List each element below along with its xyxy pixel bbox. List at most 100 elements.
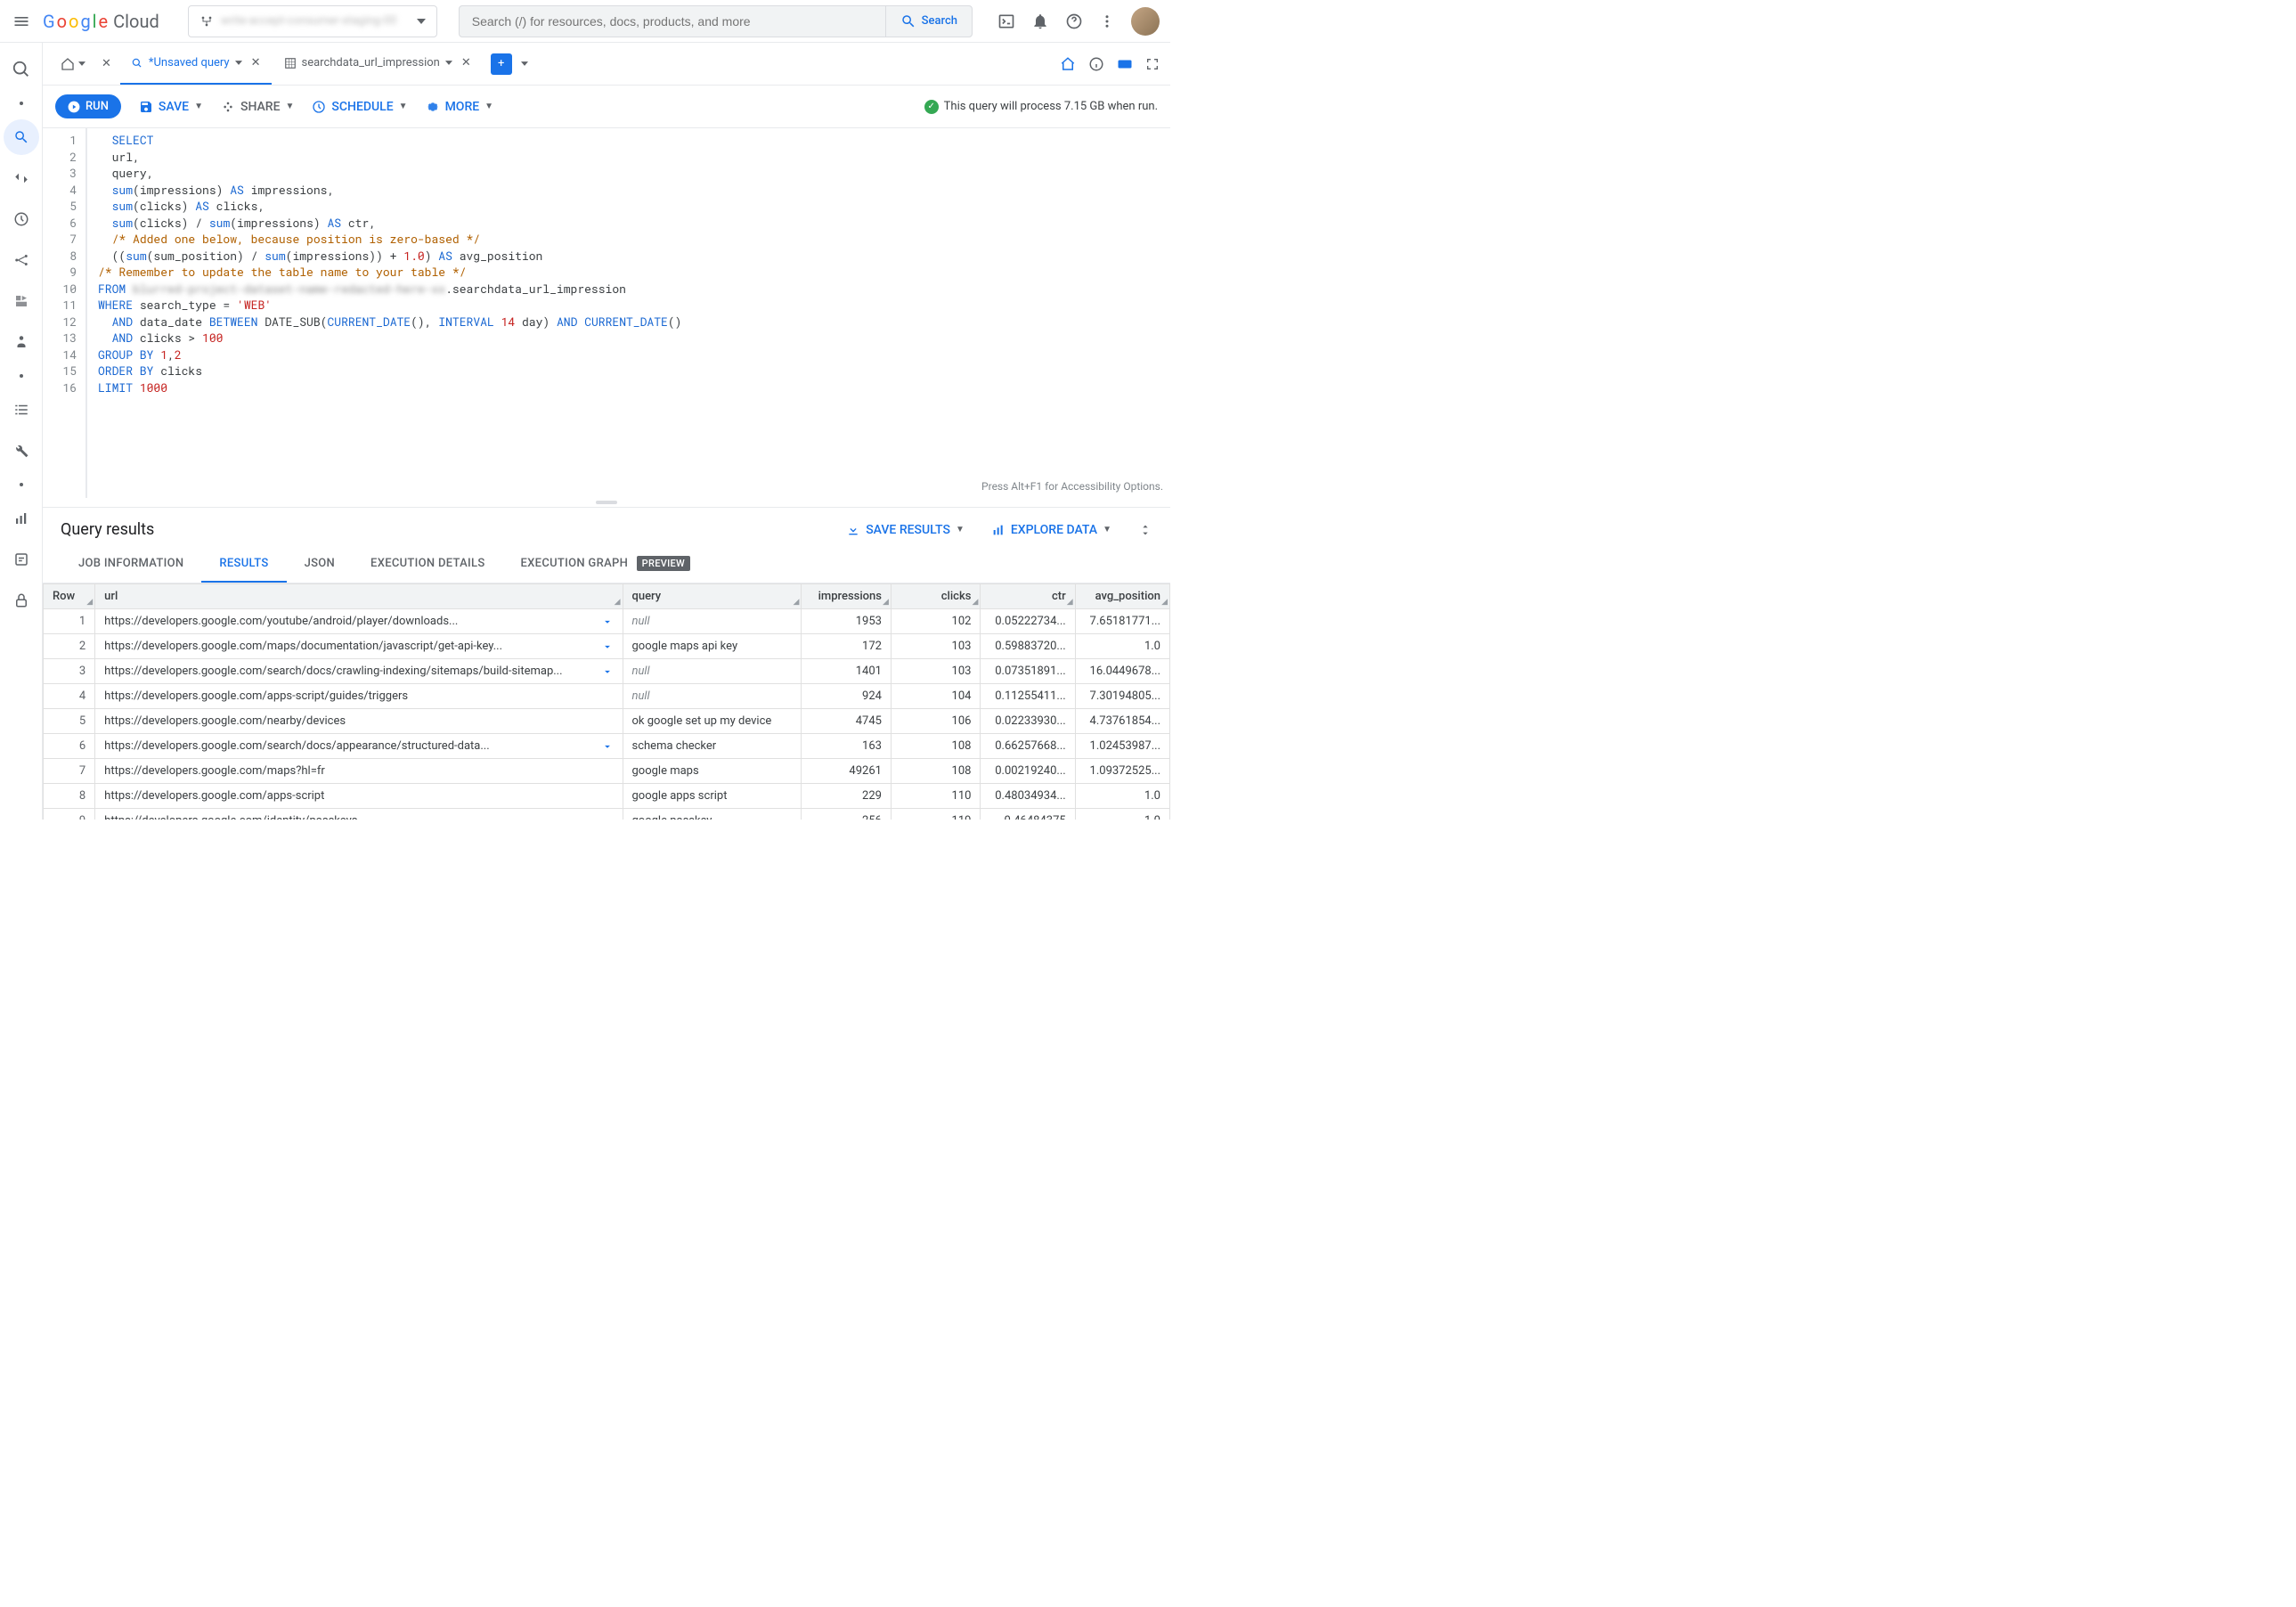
tab-json[interactable]: JSON: [287, 546, 353, 583]
code-area[interactable]: SELECT url, query, sum(impressions) AS i…: [85, 128, 1170, 498]
table-row: 8https://developers.google.com/apps-scri…: [44, 784, 1170, 809]
col-row[interactable]: Row◢: [44, 584, 95, 609]
query-icon: [131, 57, 143, 69]
table-row: 4https://developers.google.com/apps-scri…: [44, 684, 1170, 709]
tab-execution-details[interactable]: EXECUTION DETAILS: [353, 546, 502, 583]
google-cloud-logo[interactable]: GoogleCloud: [43, 11, 159, 32]
resize-handle[interactable]: [43, 498, 1170, 507]
keyboard-icon[interactable]: [1117, 56, 1133, 72]
more-vert-icon[interactable]: [1099, 13, 1115, 29]
play-icon: [68, 101, 80, 113]
table-row: 7https://developers.google.com/maps?hl=f…: [44, 759, 1170, 784]
preview-badge: PREVIEW: [637, 556, 690, 571]
sql-workspace-icon[interactable]: [4, 119, 39, 155]
download-icon: [846, 523, 860, 537]
chevron-down-icon: [78, 61, 85, 66]
tab-unsaved-query[interactable]: *Unsaved query ✕: [120, 44, 272, 85]
new-tab-button[interactable]: +: [491, 53, 512, 75]
fullscreen-icon[interactable]: [1145, 57, 1160, 71]
save-button[interactable]: SAVE▼: [139, 100, 203, 114]
results-panel: Query results SAVE RESULTS ▼ EXPLORE DAT…: [43, 507, 1170, 820]
tab-execution-graph[interactable]: EXECUTION GRAPH PREVIEW: [503, 546, 709, 583]
chevron-down-icon[interactable]: [601, 665, 614, 678]
left-rail: [0, 43, 43, 820]
tab-home[interactable]: [53, 57, 93, 71]
home-outline-icon[interactable]: [1060, 56, 1076, 72]
table-row: 9https://developers.google.com/identity/…: [44, 809, 1170, 820]
bi-engine-icon[interactable]: [4, 501, 39, 536]
data-transfer-icon[interactable]: [4, 160, 39, 196]
info-icon[interactable]: [1088, 56, 1104, 72]
dataform-icon[interactable]: [4, 283, 39, 319]
home-icon: [61, 57, 75, 71]
project-selector[interactable]: write-accept-consumer-staging-00: [188, 5, 437, 37]
share-button[interactable]: SHARE▼: [221, 100, 294, 114]
check-circle-icon: ✓: [924, 100, 939, 114]
query-toolbar: RUN SAVE▼ SHARE▼ SCHEDULE▼ MORE▼ ✓ This …: [43, 86, 1170, 128]
line-gutter: 12345678910111213141516: [43, 128, 85, 498]
explore-data-button[interactable]: EXPLORE DATA ▼: [991, 523, 1111, 537]
save-icon: [139, 100, 153, 114]
cloud-shell-icon[interactable]: [997, 12, 1015, 30]
project-name-blurred: write-accept-consumer-staging-00: [221, 14, 410, 28]
table-icon: [284, 57, 297, 69]
scheduled-queries-icon[interactable]: [4, 201, 39, 237]
capacity-icon[interactable]: [4, 324, 39, 360]
col-url[interactable]: url◢: [95, 584, 623, 609]
editor-tab-bar: ✕ *Unsaved query ✕ searchdata_url_impres…: [43, 43, 1170, 86]
tab-table[interactable]: searchdata_url_impression ✕: [273, 44, 482, 85]
chart-icon: [991, 523, 1006, 537]
chevron-down-icon: [235, 61, 242, 65]
col-impressions[interactable]: impressions◢: [802, 584, 891, 609]
chevron-down-icon[interactable]: [601, 616, 614, 628]
query-cost: ✓ This query will process 7.15 GB when r…: [924, 100, 1158, 114]
clock-icon: [312, 100, 326, 114]
results-table: Row◢ url◢ query◢ impressions◢ clicks◢ ct…: [43, 583, 1170, 820]
schedule-button[interactable]: SCHEDULE▼: [312, 100, 407, 114]
save-results-button[interactable]: SAVE RESULTS ▼: [846, 523, 965, 537]
search-button[interactable]: Search: [885, 6, 972, 37]
sql-editor[interactable]: 12345678910111213141516 SELECT url, quer…: [43, 128, 1170, 498]
table-row: 1https://developers.google.com/youtube/a…: [44, 609, 1170, 634]
project-icon: [199, 14, 214, 29]
close-icon[interactable]: ✕: [94, 57, 118, 70]
top-header: GoogleCloud write-accept-consumer-stagin…: [0, 0, 1170, 43]
menu-icon[interactable]: [11, 11, 32, 32]
bigquery-logo-icon[interactable]: [4, 52, 39, 87]
chevron-down-icon[interactable]: [521, 61, 528, 66]
col-ctr[interactable]: ctr◢: [981, 584, 1075, 609]
tab-results[interactable]: RESULTS: [201, 546, 286, 583]
lock-icon[interactable]: [4, 583, 39, 618]
help-icon[interactable]: [1065, 12, 1083, 30]
chevron-down-icon[interactable]: [601, 640, 614, 653]
chevron-down-icon[interactable]: [601, 740, 614, 753]
table-row: 6https://developers.google.com/search/do…: [44, 734, 1170, 759]
reservations-icon[interactable]: [4, 542, 39, 577]
col-avg-position[interactable]: avg_position◢: [1075, 584, 1169, 609]
table-row: 2https://developers.google.com/maps/docu…: [44, 634, 1170, 659]
expand-collapse-icon[interactable]: [1138, 523, 1152, 537]
chevron-down-icon: [417, 19, 426, 24]
more-button[interactable]: MORE▼: [426, 100, 494, 114]
table-row: 5https://developers.google.com/nearby/de…: [44, 709, 1170, 734]
close-icon[interactable]: ✕: [461, 56, 471, 69]
share-icon: [221, 100, 235, 114]
col-clicks[interactable]: clicks◢: [891, 584, 980, 609]
search-icon: [900, 13, 916, 29]
gear-icon: [426, 100, 440, 114]
col-query[interactable]: query◢: [623, 584, 802, 609]
analytics-hub-icon[interactable]: [4, 242, 39, 278]
search-input[interactable]: [460, 14, 885, 29]
chevron-down-icon: [445, 61, 452, 65]
wrench-icon[interactable]: [4, 433, 39, 469]
results-tabs: JOB INFORMATION RESULTS JSON EXECUTION D…: [43, 546, 1170, 583]
accessibility-hint: Press Alt+F1 for Accessibility Options.: [981, 478, 1163, 495]
tab-job-info[interactable]: JOB INFORMATION: [61, 546, 201, 583]
table-row: 3https://developers.google.com/search/do…: [44, 659, 1170, 684]
close-icon[interactable]: ✕: [251, 56, 261, 69]
run-button[interactable]: RUN: [55, 94, 121, 118]
user-avatar[interactable]: [1131, 7, 1160, 36]
results-title: Query results: [61, 520, 154, 539]
list-icon[interactable]: [4, 392, 39, 428]
notifications-icon[interactable]: [1031, 12, 1049, 30]
